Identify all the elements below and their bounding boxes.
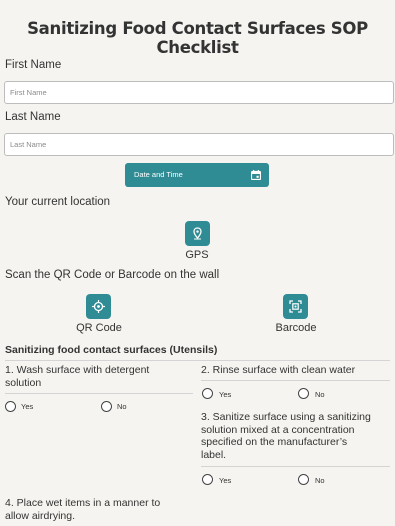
barcode-button[interactable] bbox=[283, 294, 308, 319]
question-4-line-2: allow airdrying. bbox=[5, 509, 76, 522]
barcode-scan-icon bbox=[289, 300, 302, 313]
q2-yes-label: Yes bbox=[219, 390, 232, 399]
first-name-label: First Name bbox=[5, 59, 62, 71]
scan-label: Scan the QR Code or Barcode on the wall bbox=[5, 269, 220, 281]
question-4-line-1: 4. Place wet items in a manner to bbox=[5, 497, 161, 509]
section-divider bbox=[5, 360, 390, 361]
date-time-label: Date and Time bbox=[134, 170, 183, 179]
section-title: Sanitizing food contact surfaces (Utensi… bbox=[5, 344, 218, 356]
q1-no-radio[interactable] bbox=[101, 401, 112, 412]
q3-yes-radio[interactable] bbox=[202, 474, 213, 485]
qr-code-button[interactable] bbox=[86, 294, 111, 319]
q1-yes-radio[interactable] bbox=[5, 401, 16, 412]
q1-yes-label: Yes bbox=[21, 402, 34, 411]
question-3-line-2: solution mixed at a concentration bbox=[201, 423, 355, 436]
question-2-divider bbox=[201, 380, 390, 381]
q2-no-label: No bbox=[315, 390, 325, 399]
qr-code-label: QR Code bbox=[76, 322, 122, 334]
question-1-divider bbox=[5, 393, 193, 394]
question-4: 4. Place wet items in a manner to allow … bbox=[5, 497, 160, 522]
gps-label: GPS bbox=[185, 249, 209, 261]
question-1-line-1: 1. Wash surface with detergent bbox=[5, 364, 150, 376]
q2-no-radio[interactable] bbox=[298, 388, 309, 399]
q3-no-label: No bbox=[315, 476, 325, 485]
q3-yes-label: Yes bbox=[219, 476, 232, 485]
page-title: Sanitizing Food Contact Surfaces SOP Che… bbox=[27, 19, 368, 57]
qr-scan-icon bbox=[92, 300, 105, 313]
question-3-divider bbox=[201, 466, 390, 467]
q2-yes-radio[interactable] bbox=[202, 388, 213, 399]
question-2: 2. Rinse surface with clean water bbox=[201, 364, 355, 377]
barcode-label: Barcode bbox=[275, 322, 317, 334]
question-3-line-1: 3. Sanitize surface using a sanitizing bbox=[201, 411, 371, 423]
question-3-line-4: label. bbox=[201, 448, 227, 461]
question-3: 3. Sanitize surface using a sanitizing s… bbox=[201, 411, 371, 461]
q1-no-label: No bbox=[117, 402, 127, 411]
gps-button[interactable] bbox=[185, 221, 210, 246]
location-pin-icon bbox=[193, 227, 202, 240]
question-2-line-1: 2. Rinse surface with clean water bbox=[201, 364, 356, 376]
location-label: Your current location bbox=[5, 196, 111, 208]
calendar-icon bbox=[251, 170, 261, 180]
question-3-line-3: specified on the manufacturer’s bbox=[201, 436, 348, 448]
last-name-input[interactable] bbox=[4, 133, 394, 156]
question-1-line-2: solution bbox=[5, 376, 42, 389]
date-time-button[interactable]: Date and Time bbox=[125, 163, 269, 187]
question-1: 1. Wash surface with detergent solution bbox=[5, 364, 149, 389]
q3-no-radio[interactable] bbox=[298, 474, 309, 485]
first-name-input[interactable] bbox=[4, 81, 394, 104]
last-name-label: Last Name bbox=[5, 111, 61, 123]
